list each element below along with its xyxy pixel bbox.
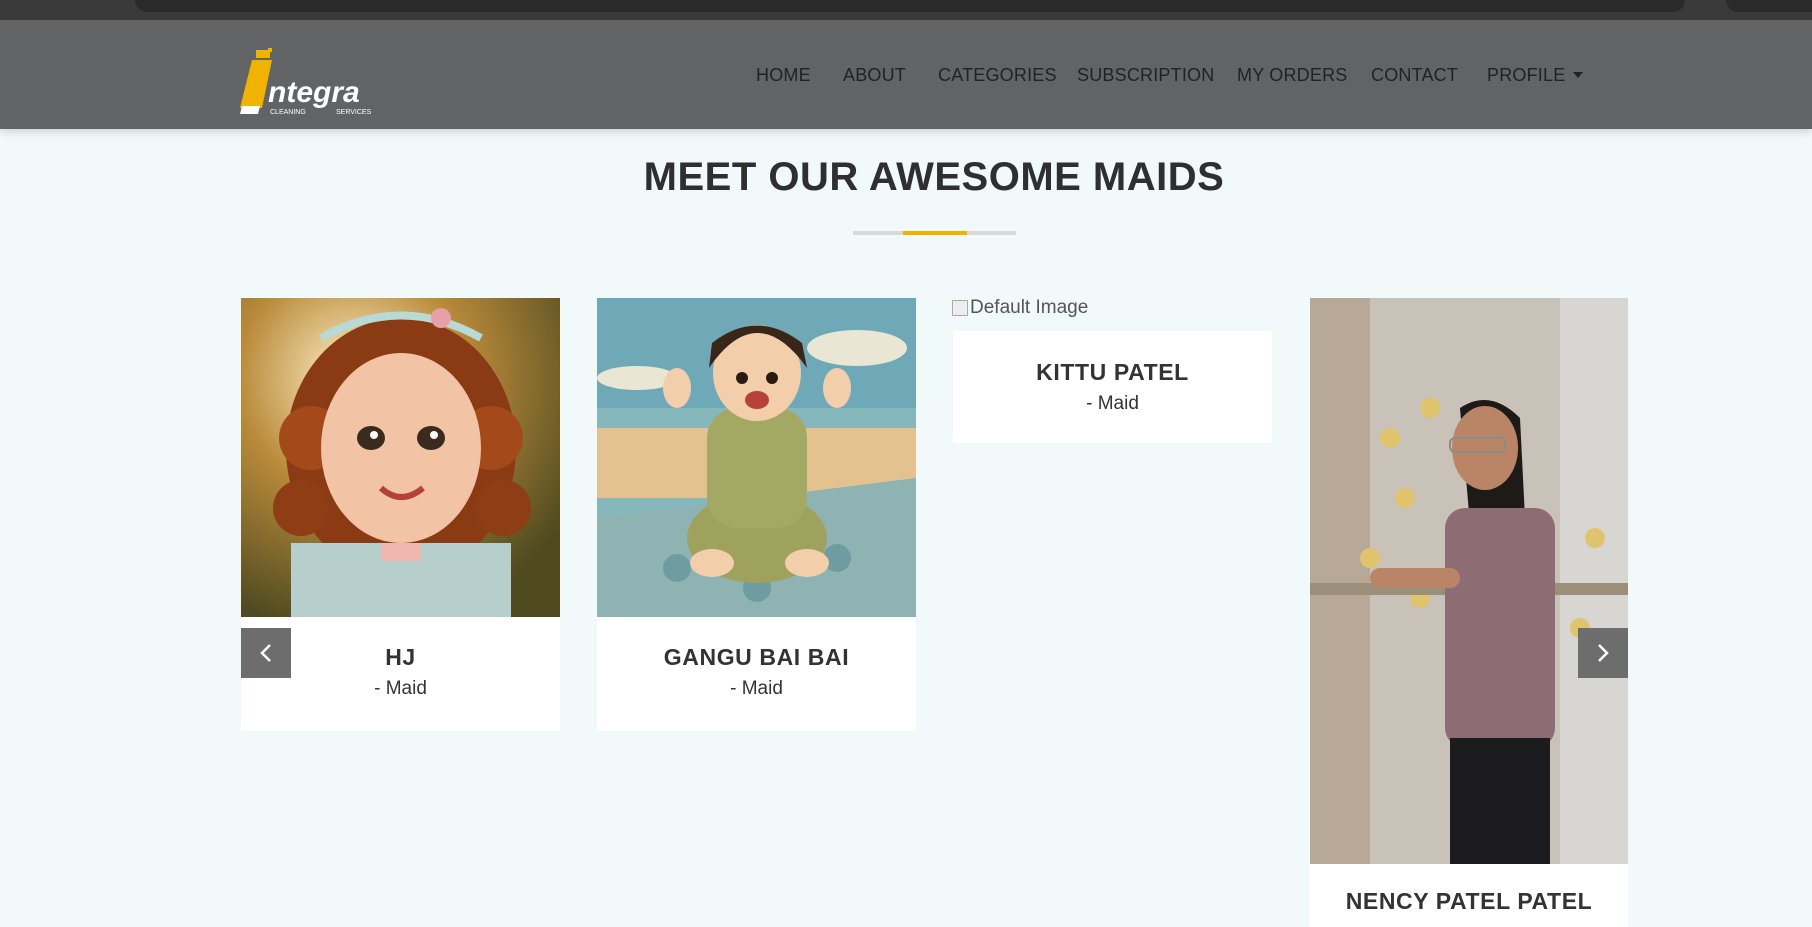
browser-toolbar bbox=[1726, 0, 1812, 12]
title-underline-accent bbox=[903, 231, 967, 235]
maid-card[interactable]: KITTU PATEL - Maid bbox=[953, 331, 1272, 443]
maid-photo bbox=[597, 298, 916, 617]
maid-name: NENCY PATEL PATEL bbox=[1345, 888, 1593, 914]
maid-photo bbox=[241, 298, 560, 617]
image-alt-text: Default Image bbox=[970, 297, 1089, 318]
title-underline bbox=[853, 231, 1016, 235]
navbar: ntegra CLEANING SERVICES HOME ABOUT CATE… bbox=[0, 20, 1812, 129]
nav-my-orders[interactable]: MY ORDERS bbox=[1237, 65, 1348, 86]
maid-name: KITTU PATEL bbox=[1036, 359, 1189, 385]
carousel-next-button[interactable] bbox=[1578, 628, 1628, 678]
caret-down-icon bbox=[1573, 72, 1584, 78]
chevron-left-icon bbox=[260, 644, 271, 662]
maid-photo-placeholder: Default Image bbox=[952, 297, 1088, 319]
nav-categories[interactable]: CATEGORIES bbox=[938, 65, 1057, 86]
maid-role: - Maid bbox=[374, 678, 427, 699]
address-bar[interactable] bbox=[135, 0, 1685, 12]
chevron-right-icon bbox=[1598, 644, 1609, 662]
maid-role: - Maid bbox=[730, 678, 783, 699]
maid-card[interactable]: GANGU BAI BAI - Maid bbox=[597, 298, 916, 731]
section-title: MEET OUR AWESOME MAIDS bbox=[643, 155, 1225, 199]
browser-chrome bbox=[0, 0, 1812, 20]
nav-home[interactable]: HOME bbox=[756, 65, 811, 86]
maid-name: GANGU BAI BAI bbox=[663, 644, 850, 670]
maid-role: - Maid bbox=[1086, 393, 1139, 414]
nav-about[interactable]: ABOUT bbox=[843, 65, 906, 86]
nav-menu: HOME ABOUT CATEGORIES SUBSCRIPTION MY OR… bbox=[0, 20, 1812, 129]
carousel-prev-button[interactable] bbox=[241, 628, 291, 678]
maid-photo bbox=[1310, 298, 1628, 864]
nav-subscription[interactable]: SUBSCRIPTION bbox=[1077, 65, 1214, 86]
nav-profile-dropdown[interactable]: PROFILE bbox=[1487, 65, 1584, 86]
broken-image-icon bbox=[952, 300, 968, 316]
nav-contact[interactable]: CONTACT bbox=[1371, 65, 1458, 86]
nav-profile-label: PROFILE bbox=[1487, 65, 1566, 85]
maid-card[interactable]: NENCY PATEL PATEL bbox=[1310, 298, 1628, 927]
